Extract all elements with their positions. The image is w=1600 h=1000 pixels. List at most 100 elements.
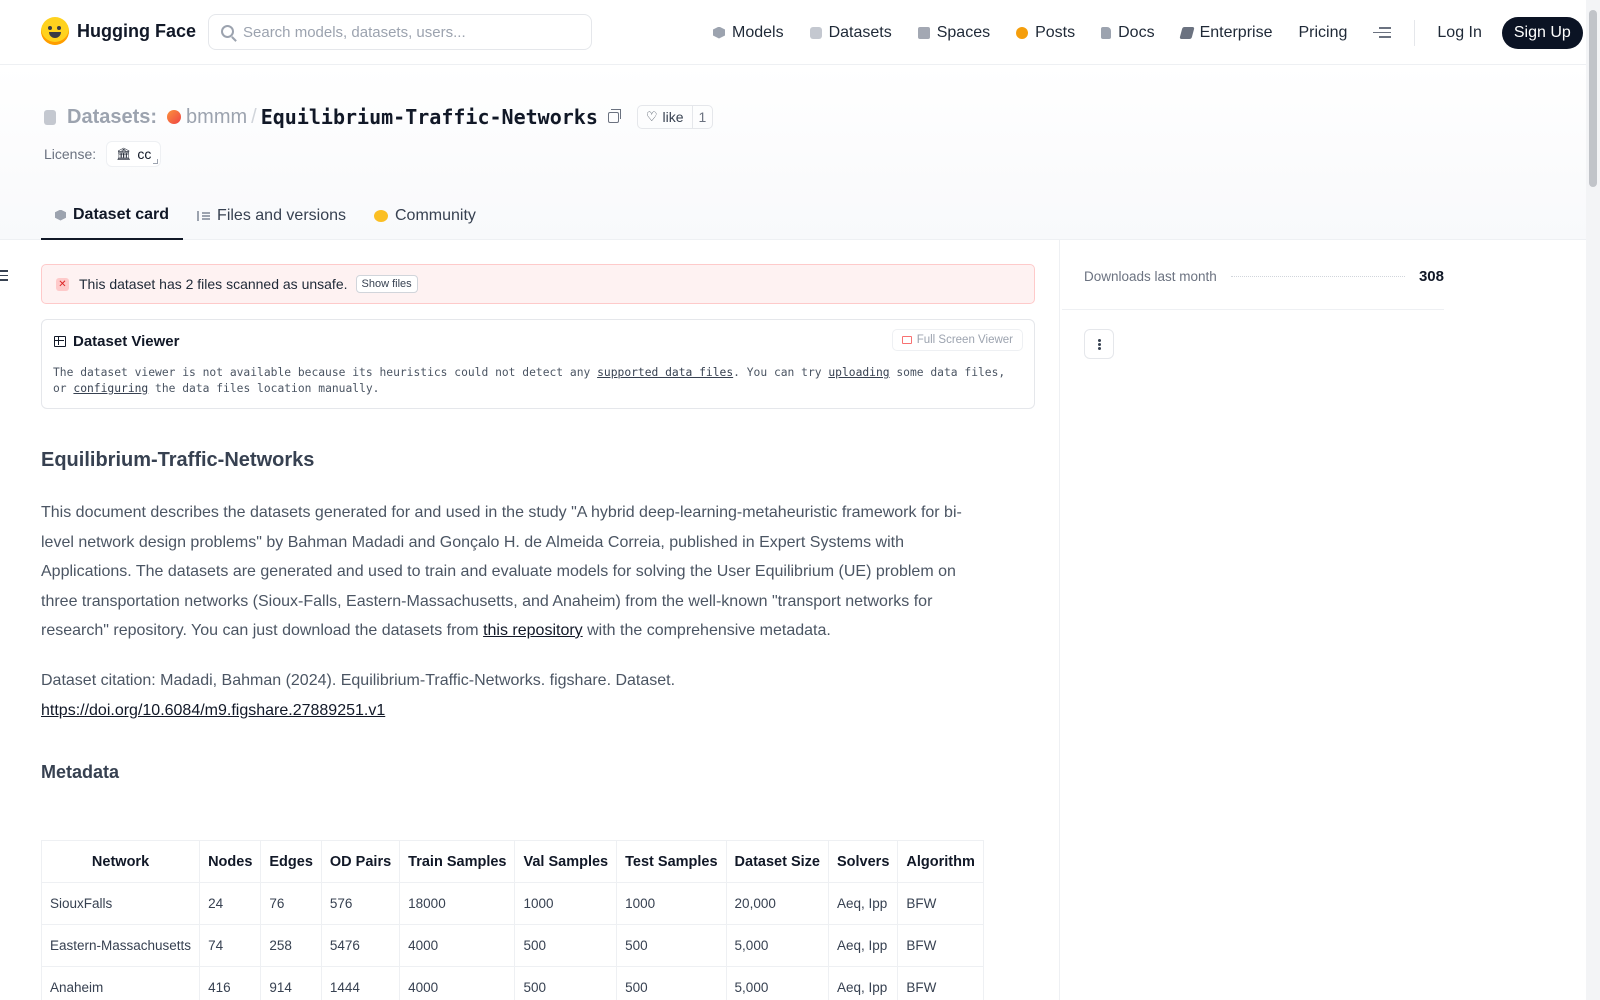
- table-cell: 500: [514, 924, 618, 967]
- nav-more-menu[interactable]: [1360, 0, 1404, 65]
- hugging-face-logo[interactable]: Hugging Face: [41, 17, 196, 45]
- dataset-name[interactable]: Equilibrium-Traffic-Networks: [261, 105, 598, 129]
- column-header: Edges: [260, 840, 322, 883]
- scrollbar-thumb[interactable]: [1589, 10, 1597, 187]
- tab-dataset-card-label: Dataset card: [73, 206, 170, 223]
- metadata-heading: Metadata: [41, 762, 120, 782]
- dataset-title-row: Datasets: bmmm / Equilibrium-Traffic-Net…: [44, 103, 714, 131]
- nav-datasets[interactable]: Datasets: [797, 0, 905, 65]
- breadcrumb-owner[interactable]: bmmm: [186, 106, 247, 129]
- configuring-link[interactable]: configuring: [73, 382, 148, 395]
- nav-spaces-label: Spaces: [936, 23, 991, 41]
- viewer-msg-1: The dataset viewer is not available beca…: [53, 366, 598, 379]
- signup-button[interactable]: Sign Up: [1501, 16, 1583, 49]
- nav-enterprise[interactable]: Enterprise: [1168, 0, 1286, 65]
- column-header: OD Pairs: [320, 840, 401, 883]
- dataset-tabs: Dataset card Files and versions Communit…: [41, 192, 490, 240]
- table-cell: BFW: [897, 966, 984, 1000]
- owner-avatar[interactable]: [167, 110, 182, 124]
- column-header: Val Samples: [514, 840, 618, 883]
- nav-divider: [1414, 19, 1416, 46]
- nav-pricing[interactable]: Pricing: [1285, 0, 1360, 65]
- more-options-button[interactable]: [1084, 329, 1114, 359]
- column-header: Test Samples: [616, 840, 727, 883]
- uploading-link[interactable]: uploading: [828, 366, 889, 379]
- downloads-stat: Downloads last month 308: [1084, 268, 1444, 285]
- menu-icon: [1373, 27, 1392, 38]
- enterprise-icon: [1178, 26, 1195, 39]
- alert-text: This dataset has 2 files scanned as unsa…: [79, 276, 348, 292]
- card-heading: Equilibrium-Traffic-Networks: [41, 449, 315, 471]
- dataset-card-icon: [55, 209, 66, 221]
- downloads-dots: [1230, 276, 1405, 277]
- table-cell: Aeq, Ipp: [827, 966, 899, 1000]
- this-repository-link[interactable]: this repository: [483, 622, 583, 639]
- nav-pricing-label: Pricing: [1298, 23, 1348, 41]
- viewer-msg-2: . You can try: [733, 366, 829, 379]
- like-toggle[interactable]: ♡ like: [638, 106, 692, 128]
- table-header-row: Network Nodes Edges OD Pairs Train Sampl…: [40, 840, 984, 883]
- table-cell: Anaheim: [40, 966, 201, 1000]
- table-cell: 258: [260, 924, 322, 967]
- nav-links: Models Datasets Spaces Posts Docs Enterp…: [700, 0, 1583, 65]
- downloads-label: Downloads last month: [1084, 269, 1217, 284]
- nav-spaces[interactable]: Spaces: [905, 0, 1003, 65]
- license-tag[interactable]: 🏛 cc: [106, 141, 162, 167]
- dataset-viewer: Dataset Viewer Full Screen Viewer The da…: [41, 319, 1035, 409]
- license-value: cc: [137, 146, 152, 162]
- nav-enterprise-label: Enterprise: [1199, 23, 1273, 41]
- nav-docs[interactable]: Docs: [1088, 0, 1167, 65]
- column-header: Train Samples: [399, 840, 516, 883]
- supported-data-files-link[interactable]: supported data files: [597, 366, 733, 379]
- copy-icon[interactable]: [607, 108, 621, 123]
- toc-toggle[interactable]: [0, 270, 10, 281]
- dataset-icon: [44, 109, 56, 125]
- downloads-value: 308: [1418, 268, 1444, 285]
- login-link[interactable]: Log In: [1419, 0, 1499, 65]
- like-count[interactable]: 1: [691, 106, 713, 128]
- sidebar-divider: [1059, 240, 1060, 1000]
- tab-files-and-versions[interactable]: Files and versions: [183, 192, 360, 240]
- show-files-button[interactable]: Show files: [355, 275, 418, 293]
- table-cell: 1000: [514, 882, 618, 925]
- license-label: License:: [44, 146, 97, 162]
- card-description: This document describes the datasets gen…: [41, 498, 986, 646]
- search-input[interactable]: [243, 23, 563, 41]
- tab-dataset-card[interactable]: Dataset card: [41, 192, 184, 240]
- datasets-icon: [809, 26, 822, 39]
- table-cell: 500: [616, 924, 727, 967]
- table-cell: Aeq, Ipp: [827, 924, 899, 967]
- kebab-icon: [1097, 342, 1101, 346]
- nav-models-label: Models: [732, 23, 784, 41]
- search-box[interactable]: [208, 14, 592, 50]
- column-header: Solvers: [827, 840, 899, 883]
- nav-docs-label: Docs: [1118, 23, 1155, 41]
- table-cell: 914: [260, 966, 322, 1000]
- table-cell: 76: [260, 882, 322, 925]
- breadcrumb-type[interactable]: Datasets:: [67, 106, 157, 129]
- full-screen-viewer-button[interactable]: Full Screen Viewer: [891, 329, 1023, 351]
- viewer-title-text: Dataset Viewer: [73, 333, 180, 350]
- page-scrollbar[interactable]: [1586, 0, 1600, 1000]
- docs-icon: [1101, 26, 1112, 39]
- fullscreen-icon: [901, 336, 912, 344]
- bank-icon: 🏛: [116, 147, 132, 161]
- table-cell: Aeq, Ipp: [827, 882, 899, 925]
- like-button[interactable]: ♡ like 1: [636, 105, 714, 129]
- signup-label: Sign Up: [1513, 23, 1571, 41]
- license-row: License: 🏛 cc: [44, 141, 162, 167]
- description-text-1: This document describes the datasets gen…: [41, 504, 962, 639]
- viewer-message: The dataset viewer is not available beca…: [53, 365, 1013, 397]
- logo-text: Hugging Face: [77, 20, 197, 41]
- doi-link[interactable]: https://doi.org/10.6084/m9.figshare.2788…: [41, 702, 385, 719]
- unsafe-files-alert: ✕ This dataset has 2 files scanned as un…: [41, 264, 1035, 304]
- spaces-icon: [917, 26, 930, 39]
- nav-models[interactable]: Models: [700, 0, 797, 65]
- nav-posts[interactable]: Posts: [1003, 0, 1088, 65]
- column-header: Dataset Size: [725, 840, 829, 883]
- tab-community[interactable]: Community: [360, 192, 490, 240]
- like-label: like: [662, 109, 684, 125]
- column-header: Algorithm: [897, 840, 984, 883]
- heart-icon: ♡: [645, 109, 658, 124]
- login-label: Log In: [1437, 23, 1482, 41]
